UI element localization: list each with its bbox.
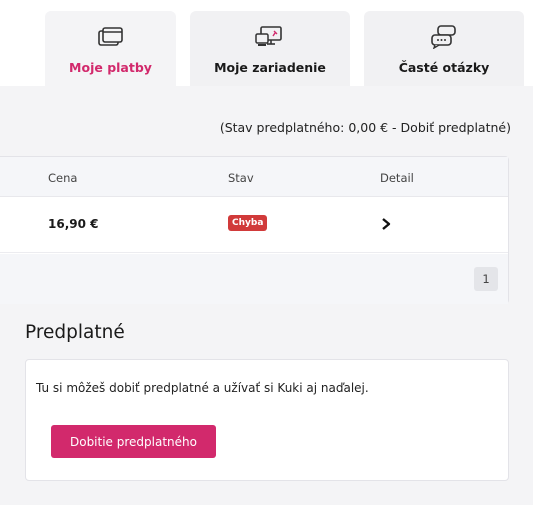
tab-label: Moje platby [69, 60, 152, 75]
page-button[interactable]: 1 [474, 267, 498, 291]
payments-panel: (Stav predplatného: 0,00 € - Dobiť predp… [0, 86, 533, 505]
devices-icon [255, 24, 285, 50]
table-row[interactable]: 16,90 € Chyba [0, 197, 508, 253]
chevron-right-icon[interactable] [380, 216, 392, 230]
status-badge: Chyba [228, 215, 268, 231]
chat-bubbles-icon [429, 24, 459, 50]
tab-label: Časté otázky [398, 60, 490, 75]
section-title: Predplatné [25, 322, 125, 343]
column-header-stav: Stav [228, 171, 254, 185]
payments-table: Cena Stav Detail 16,90 € Chyba 1 [0, 156, 509, 304]
table-header: Cena Stav Detail [0, 157, 508, 197]
tab-moje-platby[interactable]: Moje platby [45, 11, 176, 86]
payment-price: 16,90 € [48, 217, 99, 231]
tab-bar: Moje platby Moje zariadenie Časté otázky [0, 0, 533, 86]
tab-caste-otazky[interactable]: Časté otázky [364, 11, 524, 86]
cards-icon [96, 24, 126, 50]
topup-link[interactable]: Dobiť predplatné [401, 120, 507, 135]
subscription-card: Tu si môžeš dobiť predplatné a užívať si… [25, 359, 509, 481]
balance-close: ) [506, 120, 511, 135]
column-header-cena: Cena [48, 171, 78, 185]
subscription-text: Tu si môžeš dobiť predplatné a užívať si… [36, 381, 369, 395]
pagination: 1 [0, 254, 508, 304]
tab-moje-zariadenie[interactable]: Moje zariadenie [190, 11, 350, 86]
subscription-balance: (Stav predplatného: 0,00 € - Dobiť predp… [220, 120, 511, 135]
tab-label: Moje zariadenie [214, 60, 326, 75]
balance-text: (Stav predplatného: 0,00 € - [219, 120, 401, 135]
topup-button[interactable]: Dobitie predplatného [51, 425, 216, 458]
column-header-detail: Detail [380, 171, 414, 185]
